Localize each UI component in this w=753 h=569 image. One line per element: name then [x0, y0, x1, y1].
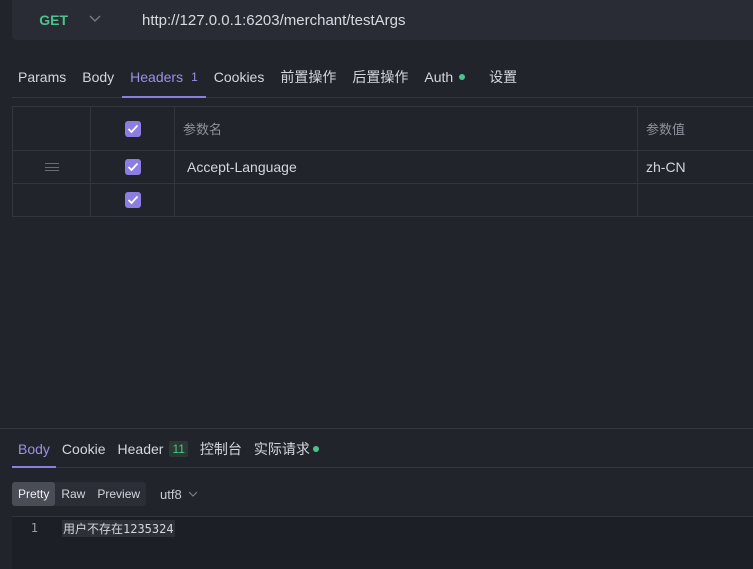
- tab-label: Body: [18, 440, 50, 457]
- drag-handle-cell: [13, 151, 91, 183]
- row-checkbox[interactable]: [124, 159, 141, 175]
- tab-label: Headers: [130, 68, 184, 85]
- response-header-count-badge: 11: [169, 440, 188, 457]
- line-number: 1: [30, 521, 38, 535]
- tab-settings[interactable]: 设置: [473, 56, 525, 97]
- tab-response-header[interactable]: Header 11: [112, 430, 194, 467]
- column-header-value: 参数值: [646, 122, 686, 137]
- table-header-row: 参数名 参数值: [13, 107, 753, 151]
- chevron-down-icon[interactable]: [76, 14, 114, 26]
- check-icon: [127, 124, 138, 133]
- tab-response-cookie[interactable]: Cookie: [56, 430, 112, 467]
- tab-label: Auth: [424, 68, 454, 85]
- row-check-cell: [91, 151, 175, 183]
- tab-label: 实际请求: [253, 440, 310, 457]
- tab-label: Header: [117, 440, 164, 457]
- url-input[interactable]: http://127.0.0.1:6203/merchant/testArgs: [114, 12, 406, 29]
- column-header-key: 参数名: [175, 107, 638, 150]
- response-view-toolbar: Pretty Raw Preview utf8: [12, 481, 198, 507]
- view-preview-button[interactable]: Preview: [91, 482, 146, 506]
- tab-post-operations[interactable]: 后置操作: [344, 56, 416, 97]
- tab-params[interactable]: Params: [12, 56, 74, 97]
- tab-label: 设置: [489, 68, 518, 85]
- tab-actual-request[interactable]: 实际请求: [248, 430, 325, 467]
- tab-label: Cookies: [213, 68, 265, 85]
- tab-label: 前置操作: [280, 68, 337, 85]
- encoding-select[interactable]: utf8: [160, 487, 198, 502]
- headers-table: 参数名 参数值 Accept-Language zh-CN: [12, 106, 753, 217]
- method-select[interactable]: GET: [12, 12, 76, 28]
- tab-pre-operations[interactable]: 前置操作: [272, 56, 344, 97]
- tab-response-body[interactable]: Body: [12, 430, 56, 468]
- status-dot-icon: [312, 445, 319, 452]
- header-key-input[interactable]: Accept-Language: [175, 151, 638, 183]
- pane-divider[interactable]: [0, 428, 753, 429]
- table-row: [13, 184, 753, 217]
- encoding-value: utf8: [160, 486, 182, 502]
- row-checkbox[interactable]: [124, 192, 141, 208]
- tab-label: Params: [18, 68, 67, 85]
- view-raw-button[interactable]: Raw: [55, 482, 91, 506]
- response-tabs: Body Cookie Header 11 控制台 实际请求: [12, 430, 753, 468]
- code-text: 用户不存在1235324: [62, 519, 175, 537]
- view-pretty-button[interactable]: Pretty: [12, 482, 56, 506]
- check-icon: [127, 162, 138, 172]
- tab-body[interactable]: Body: [74, 56, 122, 97]
- tab-label: 后置操作: [352, 68, 409, 85]
- header-value-input[interactable]: [638, 184, 753, 216]
- code-line: 1 用户不存在1235324: [12, 518, 753, 538]
- tab-label: Body: [82, 68, 115, 85]
- select-all-cell: [91, 107, 175, 150]
- url-bar: GET http://127.0.0.1:6203/merchant/testA…: [12, 0, 753, 40]
- request-tabs: Params Body Headers 1 Cookies 前置操作 后置操作 …: [12, 56, 753, 98]
- row-check-cell: [91, 184, 175, 216]
- view-mode-switcher: Pretty Raw Preview: [12, 482, 147, 506]
- drag-handle-icon[interactable]: [44, 163, 59, 171]
- header-value-input[interactable]: zh-CN: [638, 151, 753, 183]
- chevron-down-icon: [188, 489, 198, 500]
- select-all-checkbox[interactable]: [124, 120, 141, 137]
- response-body-viewer[interactable]: 1 用户不存在1235324: [12, 516, 753, 569]
- drag-column-header: [13, 107, 91, 150]
- table-row: Accept-Language zh-CN: [13, 151, 753, 184]
- tab-cookies[interactable]: Cookies: [206, 56, 273, 97]
- status-dot-icon: [459, 73, 466, 80]
- tab-auth[interactable]: Auth: [416, 56, 473, 97]
- check-icon: [127, 195, 138, 205]
- tab-label: Cookie: [61, 440, 106, 457]
- header-key-input[interactable]: [175, 184, 638, 216]
- headers-count-badge: 1: [191, 69, 198, 84]
- tab-label: 控制台: [199, 440, 242, 457]
- tab-headers[interactable]: Headers 1: [122, 56, 206, 98]
- drag-handle-cell: [13, 184, 91, 216]
- tab-console[interactable]: 控制台: [194, 430, 248, 467]
